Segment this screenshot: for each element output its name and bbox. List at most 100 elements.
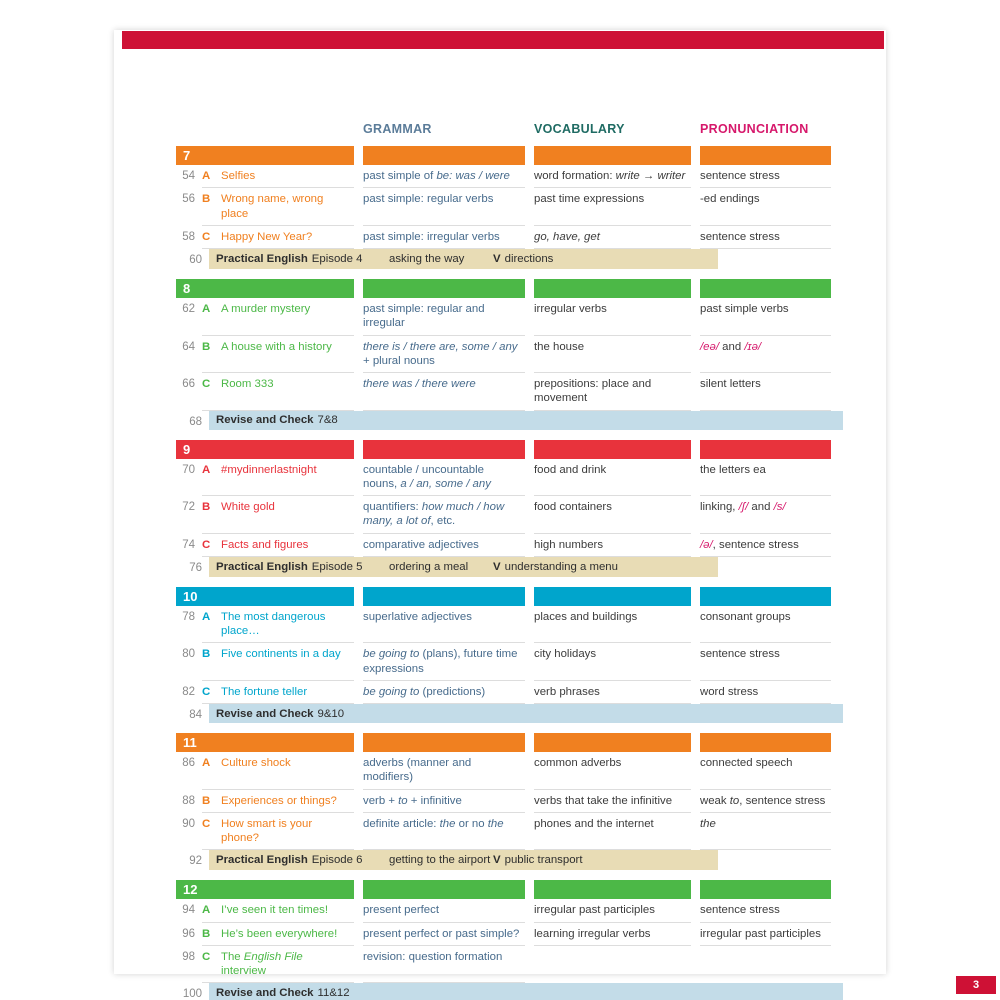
practical-english-vocabulary: public transport <box>504 854 583 867</box>
lesson-letter: A <box>202 170 211 182</box>
revise-and-check-band[interactable]: Revise and Check 11&12 <box>209 983 843 1000</box>
header-pronunciation: PRONUNCIATION <box>700 122 809 136</box>
lesson-vocabulary: go, have, get <box>534 226 691 249</box>
lesson-page-number: 90 <box>182 817 195 830</box>
lesson-row[interactable]: 66 C Room 333 there was / there were preposi… <box>176 373 836 411</box>
unit-bar-vocabulary-segment <box>534 146 691 165</box>
lesson-letter: A <box>202 904 211 917</box>
lesson-pronunciation <box>700 946 831 984</box>
lesson-row[interactable]: 82 C The fortune teller be going to (predic… <box>176 681 836 704</box>
lesson-grammar: adverbs (manner and modifiers) <box>363 752 525 790</box>
lesson-title: The English File interview <box>221 950 303 977</box>
lesson-title-cell[interactable]: B Five continents in a day <box>202 643 354 681</box>
lesson-grammar: superlative adjectives <box>363 606 525 644</box>
lesson-title: Room 333 <box>221 378 274 390</box>
lesson-pronunciation: weak to, sentence stress <box>700 790 831 813</box>
lesson-pronunciation: sentence stress <box>700 643 831 681</box>
lesson-page-number: 82 <box>182 685 195 698</box>
revise-and-check-row[interactable]: 84 Revise and Check 9&10 <box>176 704 843 723</box>
lesson-title: Wrong name, wrong place <box>221 193 324 220</box>
lesson-row[interactable]: 78 A The most dangerous place… superlative … <box>176 606 836 644</box>
lesson-title-cell[interactable]: B Experiences or things? <box>202 790 354 813</box>
lesson-vocabulary <box>534 946 691 984</box>
revise-and-check-band[interactable]: Revise and Check 9&10 <box>209 704 843 723</box>
lesson-page-number: 62 <box>182 303 195 315</box>
lesson-vocabulary: places and buildings <box>534 606 691 644</box>
lesson-grammar: quantifiers: how much / how many, a lot … <box>363 496 525 534</box>
lesson-title-cell[interactable]: A Culture shock <box>202 752 354 790</box>
practical-english-band[interactable]: Practical English Episode 6 getting to the… <box>209 850 718 871</box>
lesson-title-cell[interactable]: C The English File interview <box>202 946 354 984</box>
lesson-title: Culture shock <box>221 757 291 769</box>
revise-and-check-band[interactable]: Revise and Check 7&8 <box>209 410 843 430</box>
lesson-row[interactable]: 96 B He’s been everywhere! present perfect … <box>176 923 836 946</box>
lesson-title: He’s been everywhere! <box>221 927 338 940</box>
revise-and-check-row[interactable]: 68 Revise and Check 7&8 <box>176 410 843 430</box>
lesson-letter: A <box>202 463 211 476</box>
unit-bar-7: 7 <box>176 146 836 165</box>
lesson-title-cell[interactable]: C Happy New Year? <box>202 226 354 249</box>
practical-english-row[interactable]: 60 Practical English Episode 4 asking the w… <box>176 249 836 269</box>
lesson-row[interactable]: 70 A #mydinnerlastnight countable / uncount… <box>176 459 836 496</box>
lesson-page-number: 72 <box>182 501 195 513</box>
lesson-pronunciation: connected speech <box>700 752 831 790</box>
unit-bar-grammar-segment <box>363 880 525 900</box>
unit-bar-11: 11 <box>176 733 836 752</box>
lesson-row[interactable]: 62 A A murder mystery past simple: regular … <box>176 298 836 336</box>
lesson-title-cell[interactable]: B He’s been everywhere! <box>202 923 354 946</box>
lesson-letter: C <box>202 230 211 243</box>
practical-english-band[interactable]: Practical English Episode 4 asking the way… <box>209 249 718 269</box>
header-vocabulary: VOCABULARY <box>534 122 625 136</box>
lesson-page-number: 80 <box>182 648 195 661</box>
revise-and-check-row[interactable]: 100 Revise and Check 11&12 <box>176 983 843 1000</box>
lesson-title-cell[interactable]: B White gold <box>202 496 354 534</box>
lesson-row[interactable]: 88 B Experiences or things? verb + to + inf… <box>176 790 836 813</box>
lesson-title-cell[interactable]: A The most dangerous place… <box>202 606 354 644</box>
lesson-title-cell[interactable]: C Facts and figures <box>202 534 354 557</box>
lesson-vocabulary: learning irregular verbs <box>534 923 691 946</box>
practical-english-band[interactable]: Practical English Episode 5 ordering a mea… <box>209 556 718 577</box>
lesson-page-number: 78 <box>182 610 195 623</box>
unit-bar-10: 10 <box>176 586 836 606</box>
lesson-vocabulary: irregular past participles <box>534 899 691 923</box>
lesson-title-cell[interactable]: A #mydinnerlastnight <box>202 459 354 496</box>
practical-english-page-number: 76 <box>189 561 202 574</box>
lesson-title-cell[interactable]: B A house with a history <box>202 336 354 373</box>
unit-bar-pronunciation-segment <box>700 733 831 752</box>
unit-bar-vocabulary-segment <box>534 880 691 900</box>
unit-bar-pronunciation-segment <box>700 279 831 298</box>
lesson-row[interactable]: 56 B Wrong name, wrong place past simple: r… <box>176 188 836 226</box>
lesson-row[interactable]: 64 B A house with a history there is / ther… <box>176 336 836 373</box>
lesson-row[interactable]: 90 C How smart is your phone? definite arti… <box>176 813 836 851</box>
lesson-title-cell[interactable]: C Room 333 <box>202 373 354 411</box>
lesson-row[interactable]: 98 C The English File interview revision: q… <box>176 946 836 984</box>
lesson-row[interactable]: 86 A Culture shock adverbs (manner and modi… <box>176 752 836 790</box>
lesson-title-cell[interactable]: B Wrong name, wrong place <box>202 188 354 226</box>
lesson-title-cell[interactable]: C How smart is your phone? <box>202 813 354 851</box>
lesson-page-number: 58 <box>182 230 195 243</box>
lesson-vocabulary: food and drink <box>534 459 691 496</box>
lesson-row[interactable]: 58 C Happy New Year? past simple: irregular… <box>176 226 836 249</box>
lesson-title-cell[interactable]: C The fortune teller <box>202 681 354 704</box>
lesson-pronunciation: past simple verbs <box>700 298 831 336</box>
lesson-title-cell[interactable]: A A murder mystery <box>202 298 354 336</box>
header-grammar: GRAMMAR <box>363 122 432 136</box>
lesson-page-number: 94 <box>182 904 195 917</box>
contents-table: GRAMMAR VOCABULARY PRONUNCIATION 7 54 A Sel… <box>176 118 843 1000</box>
lesson-vocabulary: city holidays <box>534 643 691 681</box>
lesson-row[interactable]: 72 B White gold quantifiers: how much / how… <box>176 496 836 534</box>
revise-and-check-label: Revise and Check <box>216 707 314 720</box>
lesson-row[interactable]: 74 C Facts and figures comparative adjectiv… <box>176 534 836 557</box>
revise-and-check-units: 11&12 <box>317 986 350 999</box>
practical-english-episode: Episode 4 <box>311 253 363 265</box>
lesson-row[interactable]: 80 B Five continents in a day be going to (… <box>176 643 836 681</box>
lesson-letter: C <box>202 817 211 830</box>
practical-english-row[interactable]: 76 Practical English Episode 5 ordering a m… <box>176 556 836 577</box>
lesson-grammar: present perfect or past simple? <box>363 923 525 946</box>
lesson-title-cell[interactable]: A I’ve seen it ten times! <box>202 899 354 923</box>
lesson-title-cell[interactable]: A Selfies <box>202 165 354 189</box>
lesson-row[interactable]: 54 A Selfies past simple of be: was / were w… <box>176 165 836 189</box>
lesson-row[interactable]: 94 A I’ve seen it ten times! present perfec… <box>176 899 836 923</box>
lesson-letter: A <box>202 610 211 623</box>
practical-english-row[interactable]: 92 Practical English Episode 6 getting to t… <box>176 850 836 871</box>
